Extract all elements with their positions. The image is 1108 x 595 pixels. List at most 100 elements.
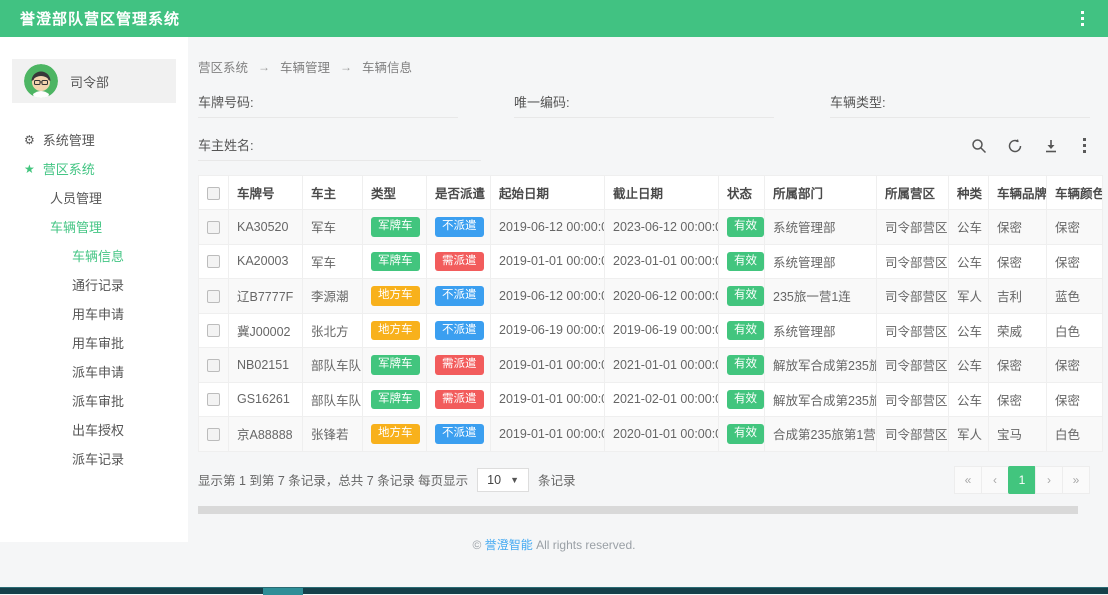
type-badge: 地方车 [371, 286, 420, 306]
cell-kind: 军人 [949, 279, 989, 314]
cell-dept: 系统管理部 [765, 313, 877, 348]
dispatch-badge: 不派遣 [435, 286, 484, 306]
filter-field-车牌号码: 车牌号码: [198, 92, 458, 118]
row-checkbox[interactable] [207, 290, 220, 303]
sidebar-item-label: 用车申请 [72, 304, 124, 323]
refresh-icon[interactable] [1007, 138, 1023, 154]
cell-dispatch: 需派遣 [427, 382, 491, 417]
cell-dept: 合成第235旅第1营 [765, 417, 877, 452]
cell-check [199, 279, 229, 314]
sidebar-item-营区系统[interactable]: ★营区系统 [0, 154, 188, 183]
search-icon[interactable] [971, 138, 987, 154]
brand-link[interactable]: 誉澄智能 [485, 538, 533, 552]
cell-kind: 军人 [949, 417, 989, 452]
filter-input[interactable] [576, 96, 774, 111]
sidebar-item-系统管理[interactable]: ⚙ 系统管理 [0, 125, 188, 154]
breadcrumb-item-车辆信息[interactable]: 车辆信息 [362, 57, 412, 76]
user-avatar [24, 64, 58, 98]
cell-check [199, 348, 229, 383]
sidebar-item-派车申请[interactable]: 派车申请 [0, 357, 188, 386]
cell-status: 有效 [719, 313, 765, 348]
cell-status: 有效 [719, 417, 765, 452]
next-page-button[interactable]: › [1035, 466, 1063, 494]
cell-end: 2020-06-12 00:00:00 [605, 279, 719, 314]
star-icon: ★ [24, 163, 35, 175]
dispatch-badge: 不派遣 [435, 217, 484, 237]
cell-camp: 司令部营区 [877, 313, 949, 348]
page-buttons: «‹1›» [955, 466, 1090, 494]
gear-icon: ⚙ [24, 134, 35, 146]
cell-brand: 保密 [989, 382, 1047, 417]
sidebar-item-用车申请[interactable]: 用车申请 [0, 299, 188, 328]
sidebar-item-出车授权[interactable]: 出车授权 [0, 415, 188, 444]
user-card[interactable]: 司令部 [12, 59, 176, 103]
sidebar-item-派车记录[interactable]: 派车记录 [0, 444, 188, 473]
status-badge: 有效 [727, 424, 764, 444]
breadcrumb-item-车辆管理[interactable]: 车辆管理 [280, 57, 330, 76]
cell-plate: 冀J00002 [229, 313, 303, 348]
sidebar-item-派车审批[interactable]: 派车审批 [0, 386, 188, 415]
cell-check [199, 313, 229, 348]
cell-start: 2019-01-01 00:00:00 [491, 244, 605, 279]
cell-type: 军牌车 [363, 348, 427, 383]
cell-start: 2019-06-19 00:00:00 [491, 313, 605, 348]
last-page-button[interactable]: » [1062, 466, 1090, 494]
sidebar: 司令部 ⚙系统管理★营区系统人员管理车辆管理车辆信息通行记录用车申请用车审批派车… [0, 37, 188, 542]
cell-dispatch: 不派遣 [427, 210, 491, 245]
cell-plate: 京A88888 [229, 417, 303, 452]
cell-brand: 保密 [989, 210, 1047, 245]
first-page-button[interactable]: « [954, 466, 982, 494]
filter-input[interactable] [892, 96, 1090, 111]
sidebar-item-label: 系统管理 [43, 130, 95, 149]
cell-kind: 公车 [949, 210, 989, 245]
cell-brand: 荣威 [989, 313, 1047, 348]
filter-field-车主姓名: 车主姓名: [198, 135, 481, 161]
app-title: 誉澄部队营区管理系统 [20, 8, 180, 29]
column-header-dept: 所属部门 [765, 176, 877, 210]
cell-dept: 解放军合成第235旅 [765, 348, 877, 383]
sidebar-item-人员管理[interactable]: 人员管理 [0, 183, 188, 212]
cell-type: 军牌车 [363, 210, 427, 245]
sidebar-item-车辆信息[interactable]: 车辆信息 [0, 241, 188, 270]
top-header-bar: 誉澄部队营区管理系统 [0, 0, 1108, 37]
horizontal-scrollbar[interactable] [198, 506, 1078, 514]
row-checkbox[interactable] [207, 393, 220, 406]
page-button-1[interactable]: 1 [1008, 466, 1036, 494]
cell-dept: 235旅一营1连 [765, 279, 877, 314]
cell-start: 2019-01-01 00:00:00 [491, 382, 605, 417]
filter-input[interactable] [260, 139, 481, 154]
column-header-owner: 车主 [303, 176, 363, 210]
table-row: GS16261部队车队军牌车需派遣2019-01-01 00:00:002021… [199, 382, 1103, 417]
row-checkbox[interactable] [207, 221, 220, 234]
cell-owner: 军车 [303, 210, 363, 245]
breadcrumb-item-营区系统[interactable]: 营区系统 [198, 57, 248, 76]
cell-plate: GS16261 [229, 382, 303, 417]
prev-page-button[interactable]: ‹ [981, 466, 1009, 494]
cell-kind: 公车 [949, 313, 989, 348]
row-checkbox[interactable] [207, 324, 220, 337]
cell-camp: 司令部营区 [877, 279, 949, 314]
sidebar-item-label: 车辆信息 [72, 246, 124, 265]
sidebar-item-车辆管理[interactable]: 车辆管理 [0, 212, 188, 241]
sidebar-item-用车审批[interactable]: 用车审批 [0, 328, 188, 357]
cell-color: 保密 [1047, 244, 1103, 279]
cell-camp: 司令部营区 [877, 348, 949, 383]
columns-more-icon[interactable] [1079, 134, 1090, 157]
cell-start: 2019-06-12 00:00:00 [491, 210, 605, 245]
row-checkbox[interactable] [207, 428, 220, 441]
cell-status: 有效 [719, 348, 765, 383]
filter-input[interactable] [260, 96, 458, 111]
pagination-info-suffix: 条记录 [538, 470, 576, 489]
cell-plate: KA30520 [229, 210, 303, 245]
user-name: 司令部 [70, 72, 109, 91]
row-checkbox[interactable] [207, 255, 220, 268]
filter-label: 唯一编码: [514, 92, 570, 111]
download-icon[interactable] [1043, 138, 1059, 154]
header-more-icon[interactable] [1077, 7, 1088, 30]
select-all-checkbox[interactable] [207, 187, 220, 200]
cell-check [199, 244, 229, 279]
row-checkbox[interactable] [207, 359, 220, 372]
page-size-select[interactable]: 10 ▼ [477, 468, 529, 492]
sidebar-item-通行记录[interactable]: 通行记录 [0, 270, 188, 299]
cell-owner: 张北方 [303, 313, 363, 348]
